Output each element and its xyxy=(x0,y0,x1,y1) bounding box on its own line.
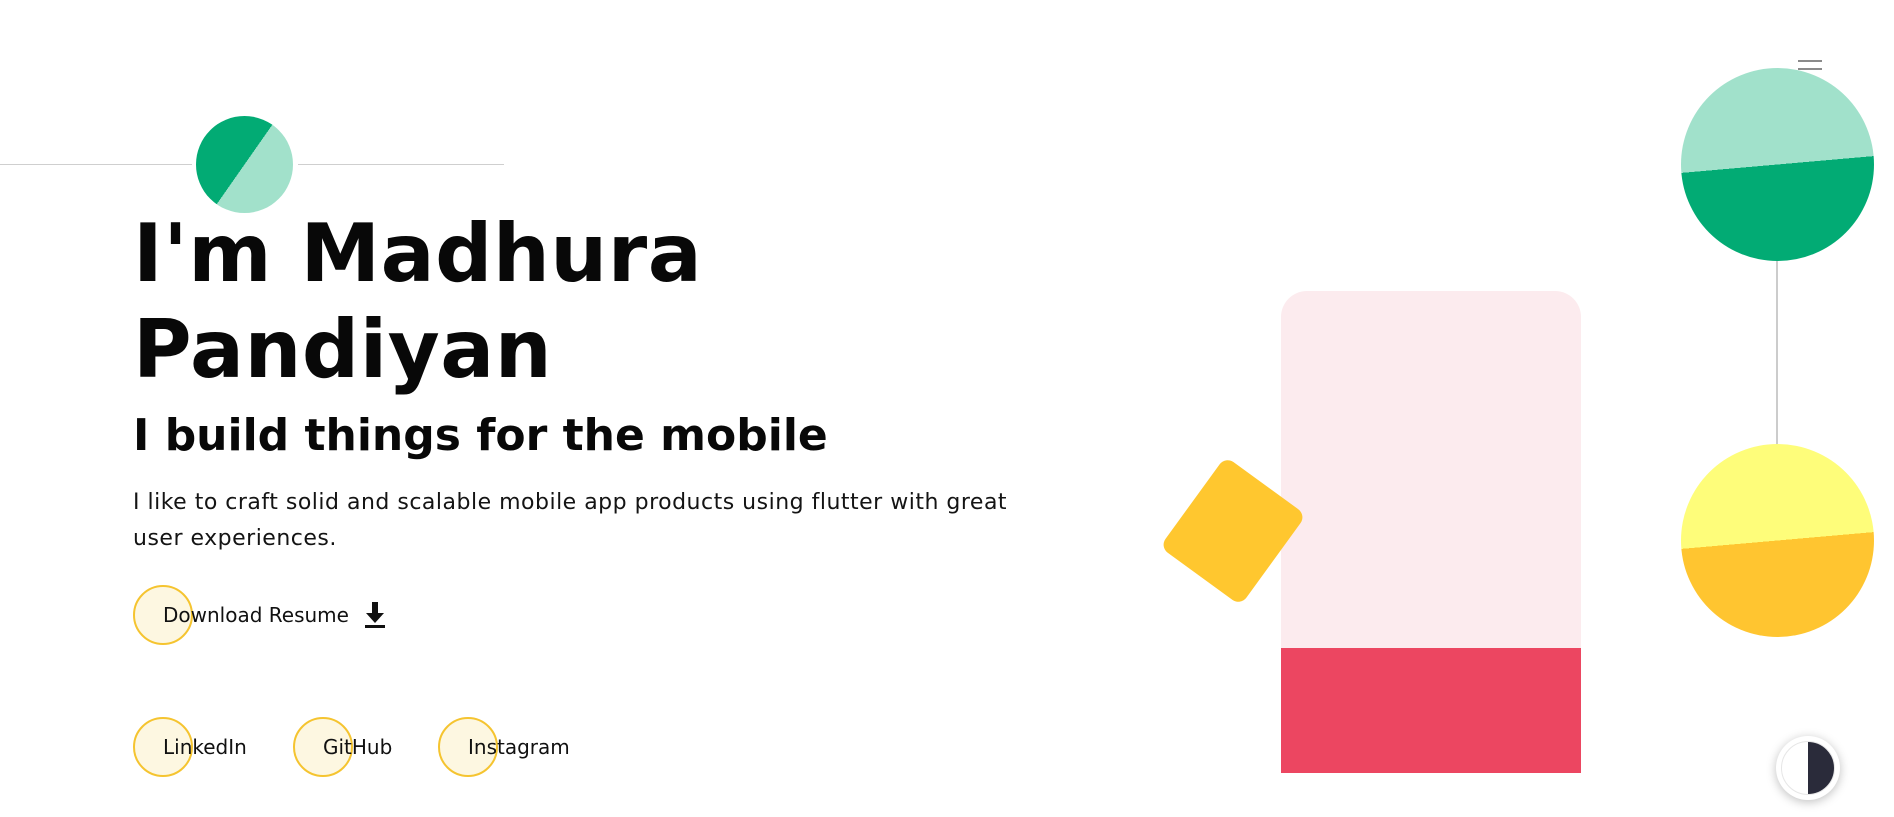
page-title: I'm Madhura Pandiyan xyxy=(133,207,703,396)
linkedin-link[interactable]: LinkedIn xyxy=(133,717,247,777)
page-subtitle: I build things for the mobile xyxy=(133,410,828,461)
decor-line-right xyxy=(298,164,504,165)
menu-bar xyxy=(1798,60,1822,62)
download-icon xyxy=(364,602,385,628)
illustration-red-block xyxy=(1281,648,1581,773)
logo-circle xyxy=(196,116,293,213)
instagram-link[interactable]: Instagram xyxy=(438,717,570,777)
instagram-label: Instagram xyxy=(468,735,570,759)
github-link[interactable]: GitHub xyxy=(293,717,392,777)
theme-toggle-button[interactable] xyxy=(1776,736,1840,800)
theme-toggle-icon xyxy=(1781,741,1835,795)
hamburger-menu-icon[interactable] xyxy=(1798,60,1822,78)
illustration-card xyxy=(1281,291,1581,648)
decor-line-left xyxy=(0,164,192,165)
decor-vertical-line xyxy=(1776,255,1778,455)
decor-circle-green xyxy=(1681,68,1874,261)
download-resume-button[interactable]: Download Resume xyxy=(133,585,387,645)
hero-description: I like to craft solid and scalable mobil… xyxy=(133,490,1008,551)
menu-bar xyxy=(1798,68,1822,70)
download-resume-label: Download Resume xyxy=(163,603,349,627)
linkedin-label: LinkedIn xyxy=(163,735,247,759)
github-label: GitHub xyxy=(323,735,393,759)
decor-circle-yellow xyxy=(1681,444,1874,637)
